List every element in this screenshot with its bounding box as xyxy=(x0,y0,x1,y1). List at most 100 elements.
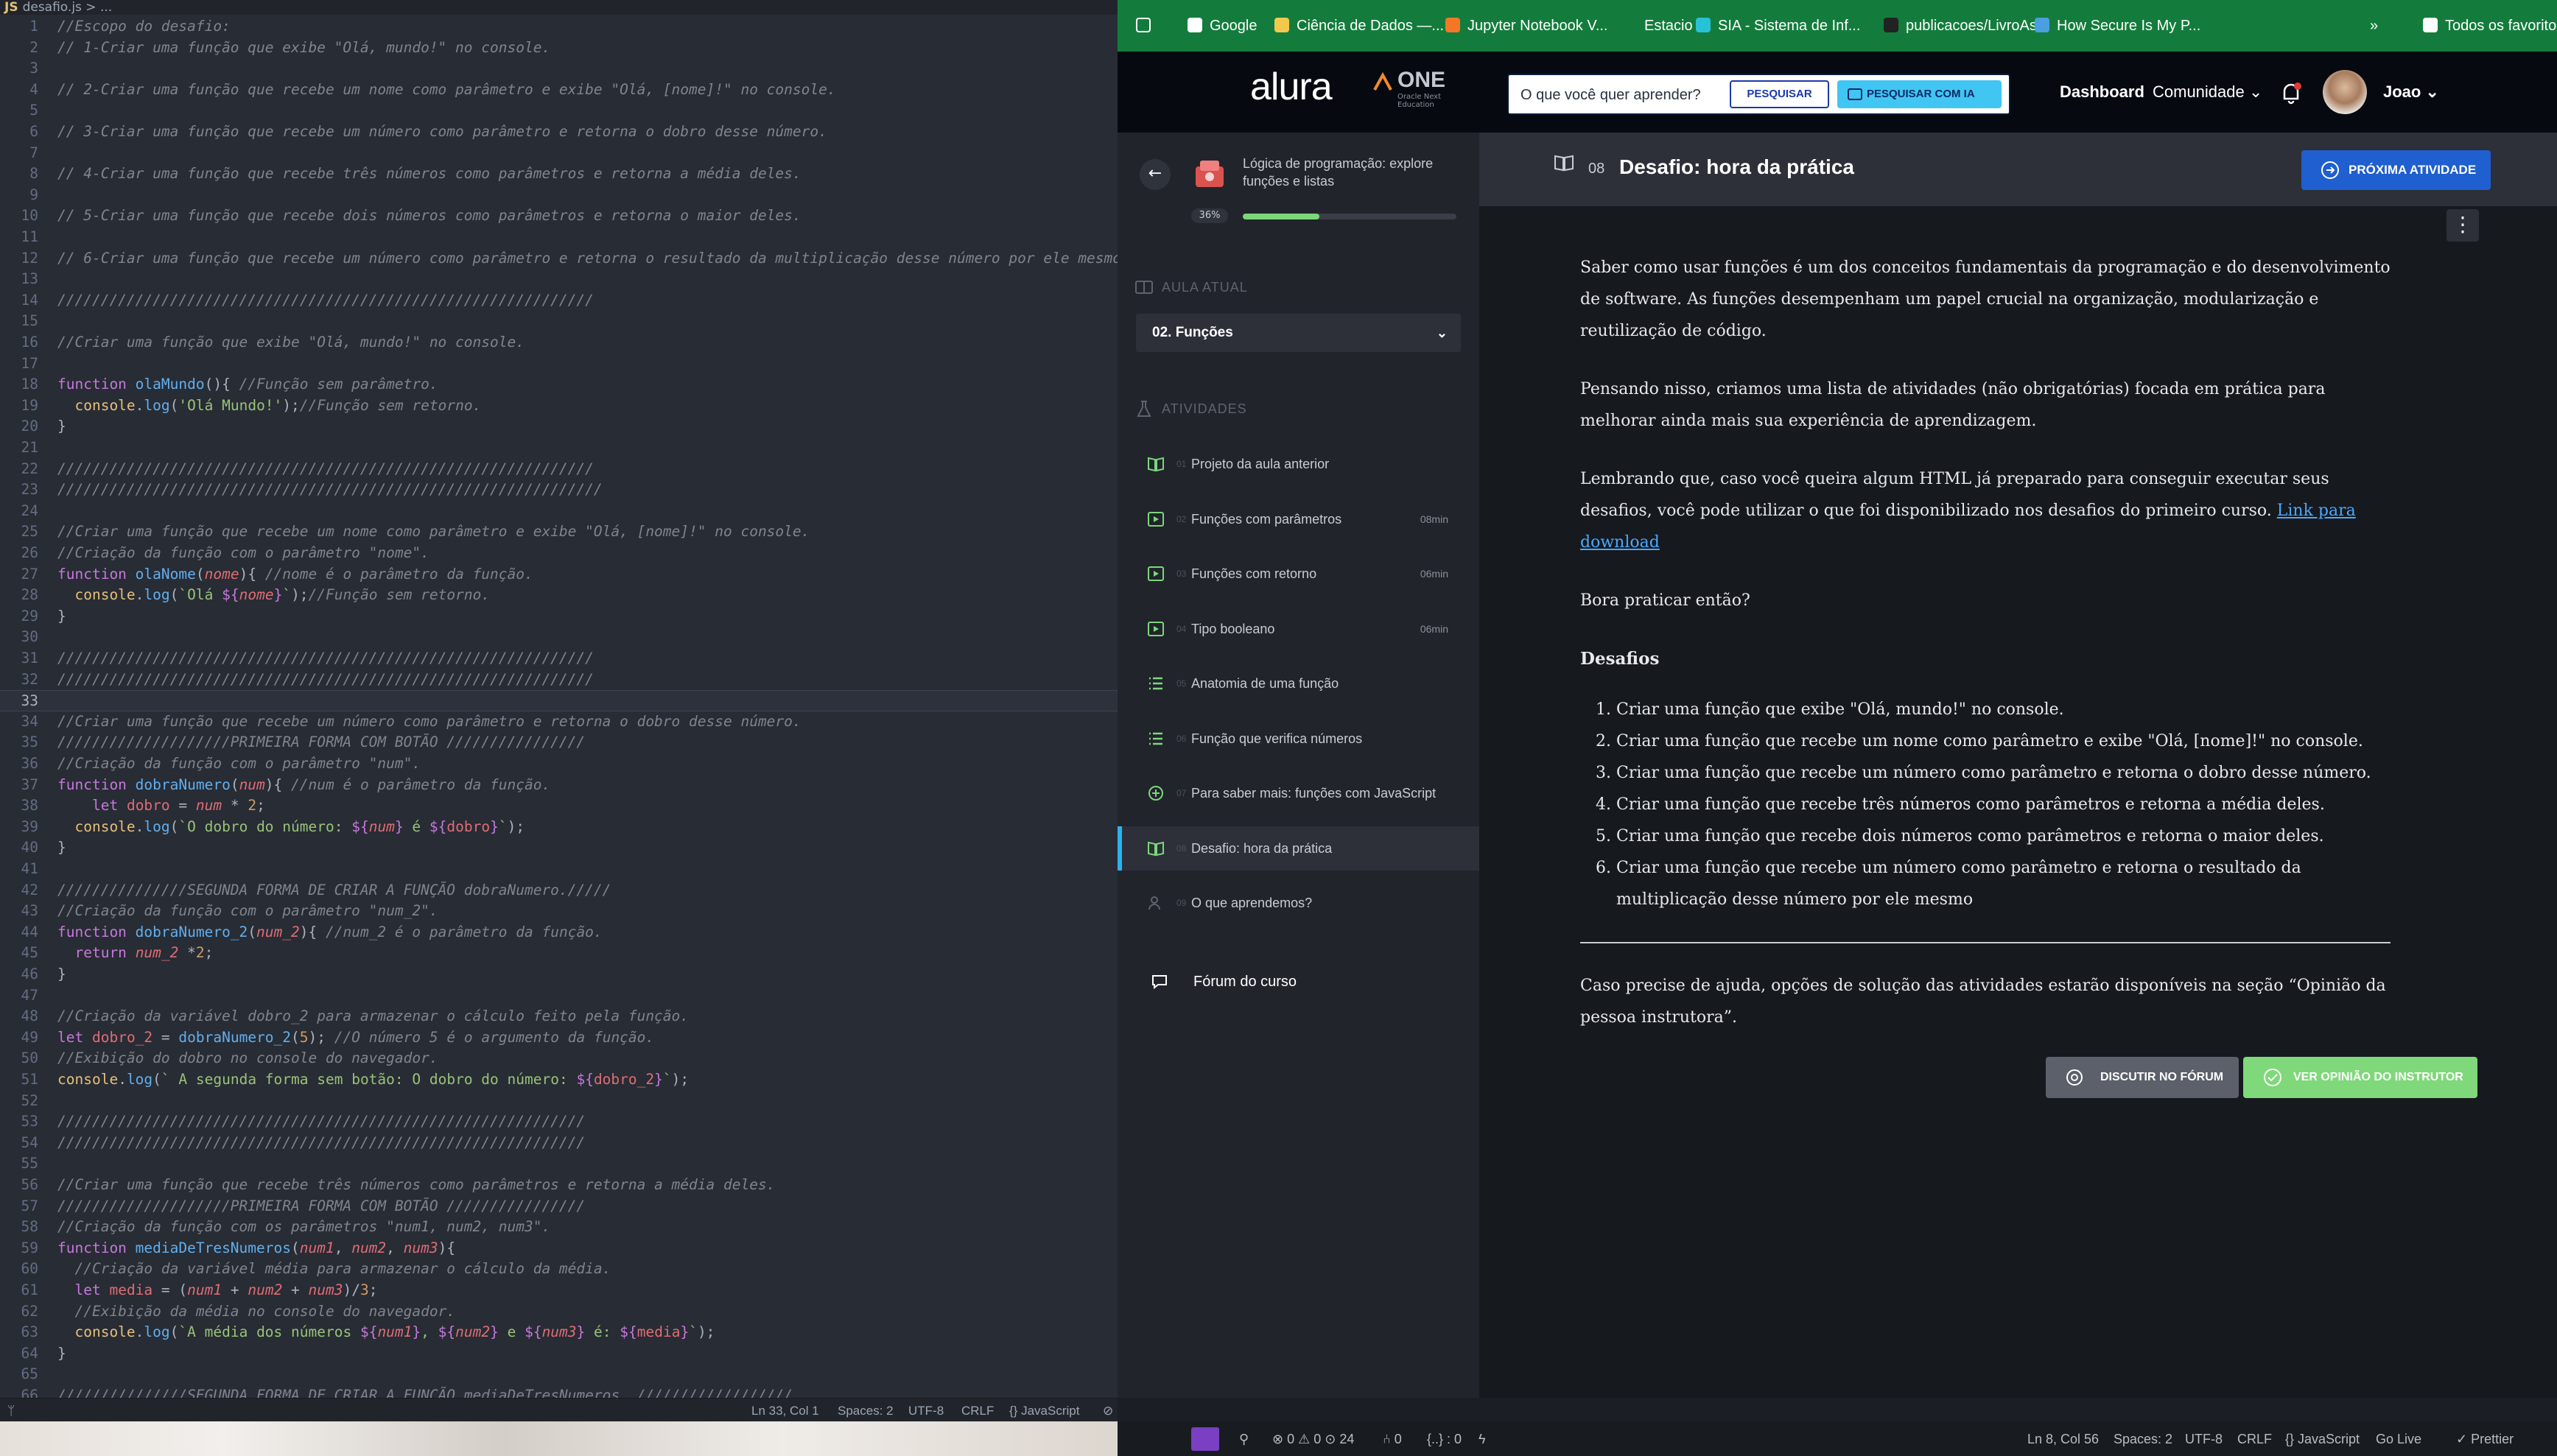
branch-icon[interactable]: ᛘ xyxy=(7,1404,15,1418)
line-text[interactable]: //Exibição do dobro no console do navega… xyxy=(57,1049,438,1066)
activity-item[interactable]: 07 Para saber mais: funções com JavaScrip… xyxy=(1118,771,1479,815)
code-line[interactable]: 53 //////////////////////////////////////… xyxy=(0,1111,1118,1133)
file-name[interactable]: desafio.js > ... xyxy=(23,0,113,15)
code-line[interactable]: 52 xyxy=(0,1091,1118,1112)
line-text[interactable]: //Exibição da média no console do navega… xyxy=(57,1303,455,1320)
prettier-button[interactable]: ✓ Prettier xyxy=(2456,1432,2514,1447)
line-text[interactable]: //Criação da variável média para armazen… xyxy=(57,1260,611,1277)
no-bell-icon[interactable]: ⊘ xyxy=(1103,1404,1113,1418)
line-text[interactable]: //Criar uma função que recebe um número … xyxy=(57,713,802,730)
code-line[interactable]: 60 //Criação da variável média para arma… xyxy=(0,1259,1118,1280)
code-line[interactable]: 65 xyxy=(0,1364,1118,1385)
line-text[interactable]: console.log(`Olá ${nome}`);//Função sem … xyxy=(57,586,490,603)
line-text[interactable]: ////////////////////////////////////////… xyxy=(57,671,594,688)
code-line[interactable]: 6 // 3-Criar uma função que recebe um núm… xyxy=(0,122,1118,143)
notification-bell-icon[interactable] xyxy=(2278,80,2304,106)
line-text[interactable]: ////////////////////////////////////////… xyxy=(57,650,594,667)
activity-item[interactable]: 04 Tipo booleano 06min xyxy=(1118,607,1479,651)
line-text[interactable]: console.log('Olá Mundo!');//Função sem r… xyxy=(57,397,481,414)
search-button[interactable]: PESQUISAR xyxy=(1730,80,1829,108)
line-text[interactable]: function olaNome(nome){ //nome é o parâm… xyxy=(57,566,533,583)
line-text[interactable]: //Criar uma função que recebe três númer… xyxy=(57,1176,775,1193)
line-text[interactable]: ////////////////////////////////////////… xyxy=(57,292,594,309)
line-text[interactable]: ////////////////////////////////////////… xyxy=(57,1134,585,1151)
code-line[interactable]: 14 //////////////////////////////////////… xyxy=(0,290,1118,312)
code-line[interactable]: 15 xyxy=(0,311,1118,332)
code-line[interactable]: 47 xyxy=(0,985,1118,1007)
code-line[interactable]: 44 function dobraNumero_2(num_2){ //num_2… xyxy=(0,922,1118,943)
activity-item[interactable]: 09 O que aprendemos? xyxy=(1118,881,1479,925)
code-line[interactable]: 49 let dobro_2 = dobraNumero_2(5); //O nú… xyxy=(0,1027,1118,1049)
code-line[interactable]: 5 xyxy=(0,100,1118,122)
code-line[interactable]: 40} xyxy=(0,837,1118,859)
editor-breadcrumb[interactable]: JS desafio.js > ... xyxy=(0,0,1118,15)
code-line[interactable]: 56 //Criar uma função que recebe três núm… xyxy=(0,1175,1118,1196)
code-line[interactable]: 64} xyxy=(0,1343,1118,1365)
forum-link[interactable]: Fórum do curso xyxy=(1118,965,1479,1002)
code-line[interactable]: 2 // 1-Criar uma função que exibe "Olá, m… xyxy=(0,38,1118,59)
go-live-button[interactable]: Go Live xyxy=(2376,1432,2421,1447)
code-line[interactable]: 51 console.log(` A segunda forma sem botã… xyxy=(0,1069,1118,1091)
code-line[interactable]: 9 xyxy=(0,185,1118,206)
code-line[interactable]: 59 function mediaDeTresNumeros(num1, num2… xyxy=(0,1238,1118,1259)
ports-count[interactable]: ⑃ 0 xyxy=(1383,1432,1402,1447)
language-mode[interactable]: {} JavaScript xyxy=(2285,1432,2360,1447)
code-line[interactable]: 46} xyxy=(0,964,1118,985)
code-line[interactable]: 41 xyxy=(0,859,1118,880)
more-options-icon[interactable]: ⋮ xyxy=(2446,209,2479,242)
line-text[interactable]: } xyxy=(57,418,66,435)
line-text[interactable]: //Criação da função com o parâmetro "num… xyxy=(57,755,421,772)
code-line[interactable]: 34 //Criar uma função que recebe um númer… xyxy=(0,711,1118,733)
line-text[interactable]: // 1-Criar uma função que exibe "Olá, mu… xyxy=(57,39,550,56)
code-line[interactable]: 3 xyxy=(0,58,1118,80)
code-line[interactable]: 26 //Criação da função com o parâmetro "n… xyxy=(0,543,1118,564)
rocket-icon[interactable]: ⚲ xyxy=(1239,1432,1249,1447)
bookmark-item[interactable]: Estacio xyxy=(1622,18,1693,35)
code-line[interactable]: 35 ////////////////////PRIMEIRA FORMA COM… xyxy=(0,732,1118,753)
code-line[interactable]: 32 //////////////////////////////////////… xyxy=(0,669,1118,691)
line-text[interactable]: //Criação da função com o parâmetro "nom… xyxy=(57,544,429,561)
bookmark-item[interactable] xyxy=(1136,18,1158,35)
activity-item[interactable]: 08 Desafio: hora da prática xyxy=(1118,826,1479,871)
line-text[interactable]: // 6-Criar uma função que recebe um núme… xyxy=(57,250,1118,267)
line-text[interactable]: console.log(`O dobro do número: ${num} é… xyxy=(57,818,525,835)
code-line[interactable]: 30 xyxy=(0,627,1118,648)
line-text[interactable]: //Criação da variável dobro_2 para armaz… xyxy=(57,1007,689,1024)
line-text[interactable]: ////////////////////////////////////////… xyxy=(57,1113,585,1130)
code-line[interactable]: 61 let media = (num1 + num2 + num3)/3; xyxy=(0,1280,1118,1301)
back-arrow-icon[interactable]: ← xyxy=(1140,159,1171,190)
bookmark-item[interactable]: » xyxy=(2370,18,2378,35)
code-line[interactable]: 16 //Criar uma função que exibe "Olá, mun… xyxy=(0,332,1118,354)
line-text[interactable]: //Criar uma função que exibe "Olá, mundo… xyxy=(57,334,525,351)
code-line[interactable]: 19 console.log('Olá Mundo!');//Função se… xyxy=(0,395,1118,417)
discuss-forum-button[interactable]: DISCUTIR NO FÓRUM xyxy=(2046,1057,2239,1098)
activity-item[interactable]: 03 Funções com retorno 06min xyxy=(1118,552,1479,596)
line-text[interactable]: //Criação da função com o parâmetro "num… xyxy=(57,902,438,919)
encoding[interactable]: UTF-8 xyxy=(908,1404,944,1418)
code-line[interactable]: 63 console.log(`A média dos números ${nu… xyxy=(0,1322,1118,1343)
line-text[interactable]: function olaMundo(){ //Função sem parâme… xyxy=(57,376,438,393)
line-text[interactable]: } xyxy=(57,966,66,982)
code-line[interactable]: 55 xyxy=(0,1153,1118,1175)
line-text[interactable]: ////////////////////////////////////////… xyxy=(57,481,603,498)
sync-icon[interactable]: ϟ xyxy=(1479,1432,1486,1447)
code-line[interactable]: 23 //////////////////////////////////////… xyxy=(0,479,1118,501)
cursor-position[interactable]: Ln 8, Col 56 xyxy=(2027,1432,2099,1447)
code-line[interactable]: 18 function olaMundo(){ //Função sem parâ… xyxy=(0,374,1118,395)
activity-item[interactable]: 05 Anatomia de uma função xyxy=(1118,661,1479,706)
code-line[interactable]: 45 return num_2 *2; xyxy=(0,943,1118,964)
line-ending[interactable]: CRLF xyxy=(961,1404,994,1418)
line-text[interactable]: ////////////////////PRIMEIRA FORMA COM B… xyxy=(57,1197,585,1214)
code-line[interactable]: 62 //Exibição da média no console do nav… xyxy=(0,1301,1118,1323)
code-line[interactable]: 4 // 2-Criar uma função que recebe um nom… xyxy=(0,80,1118,101)
line-text[interactable]: ///////////////SEGUNDA FORMA DE CRIAR A … xyxy=(57,882,611,898)
braces-count[interactable]: {..} : 0 xyxy=(1427,1432,1462,1447)
bookmark-item[interactable]: Jupyter Notebook V... xyxy=(1445,18,1608,35)
code-line[interactable]: 31 //////////////////////////////////////… xyxy=(0,648,1118,669)
code-line[interactable]: 50 //Exibição do dobro no console do nave… xyxy=(0,1048,1118,1069)
line-text[interactable]: return num_2 *2; xyxy=(57,944,213,961)
code-line[interactable]: 54 //////////////////////////////////////… xyxy=(0,1133,1118,1154)
next-activity-button[interactable]: PRÓXIMA ATIVIDADE xyxy=(2301,150,2491,190)
bookmark-item[interactable]: How Secure Is My P... xyxy=(2035,18,2200,35)
course-title[interactable]: Lógica de programação: explore funções e… xyxy=(1243,155,1464,190)
